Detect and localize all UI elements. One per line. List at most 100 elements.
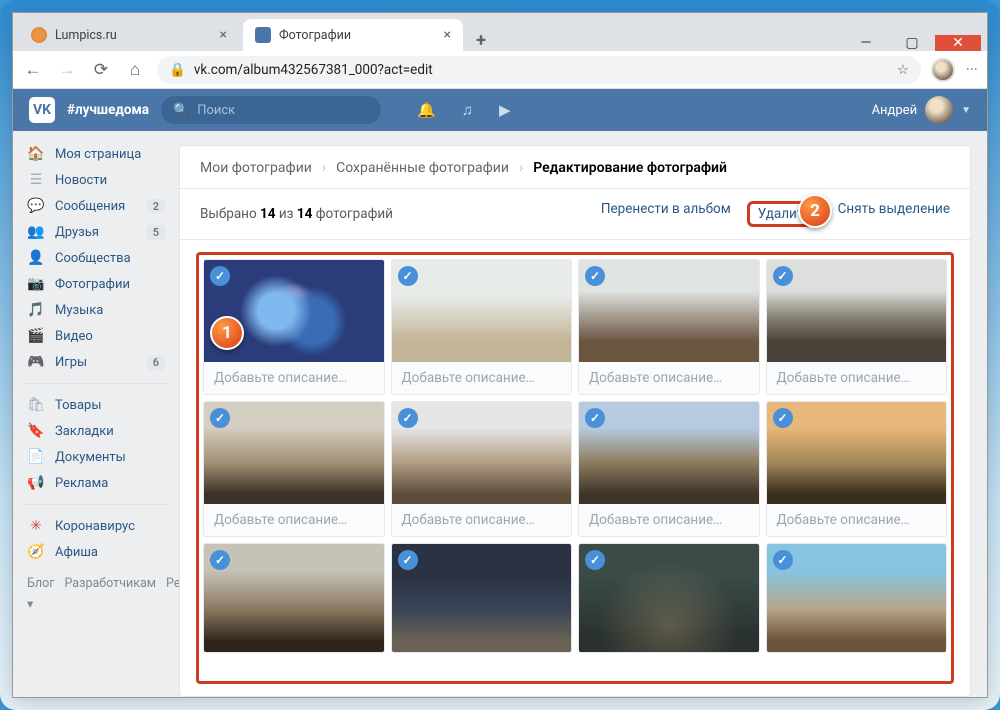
deselect-link[interactable]: Снять выделение xyxy=(838,201,950,227)
tab-photos[interactable]: Фотографии × xyxy=(243,19,463,51)
browser-menu-button[interactable]: ⋮ xyxy=(965,63,979,77)
forward-button[interactable]: → xyxy=(55,60,79,80)
favicon-lumpics xyxy=(31,27,47,43)
sidebar-item[interactable]: 👤Сообщества xyxy=(19,245,173,271)
tab-title: Lumpics.ru xyxy=(55,28,117,43)
play-icon[interactable]: ▶ xyxy=(499,101,511,119)
photo-thumbnail[interactable]: ✓ xyxy=(204,544,384,652)
sidebar-item[interactable]: 🎬Видео xyxy=(19,323,173,349)
minimize-button[interactable]: — xyxy=(843,35,889,51)
vk-search-input[interactable]: 🔍 Поиск xyxy=(161,96,381,124)
crumb-saved[interactable]: Сохранённые фотографии xyxy=(336,160,509,176)
omnibox: ← → ⟳ ⌂ 🔒 vk.com/album432567381_000?act=… xyxy=(13,51,987,89)
crumb-edit: Редактирование фотографий xyxy=(533,160,727,176)
sidebar-item[interactable]: 🎵Музыка xyxy=(19,297,173,323)
checkmark-icon[interactable]: ✓ xyxy=(585,266,605,286)
photo-caption-input[interactable]: Добавьте описание… xyxy=(767,504,947,536)
photo-thumbnail[interactable]: ✓ xyxy=(392,544,572,652)
photo-caption-input[interactable]: Добавьте описание… xyxy=(392,504,572,536)
photo-caption-input[interactable]: Добавьте описание… xyxy=(767,362,947,394)
checkmark-icon[interactable]: ✓ xyxy=(398,550,418,570)
photo-thumbnail[interactable]: ✓ xyxy=(767,260,947,362)
vk-hashtag[interactable]: #лучшедома xyxy=(67,102,149,118)
photo-thumbnail[interactable]: ✓ xyxy=(579,260,759,362)
maximize-button[interactable]: ▢ xyxy=(889,35,935,51)
sidebar-item[interactable]: 🧭Афиша xyxy=(19,539,173,565)
checkmark-icon[interactable]: ✓ xyxy=(585,550,605,570)
sidebar-item[interactable]: 📢Реклама xyxy=(19,470,173,496)
photo-thumbnail[interactable]: ✓ xyxy=(767,402,947,504)
photo-caption-input[interactable]: Добавьте описание… xyxy=(392,362,572,394)
sidebar-item[interactable]: 📷Фотографии xyxy=(19,271,173,297)
sidebar-label: Товары xyxy=(55,398,101,413)
crumb-my-photos[interactable]: Мои фотографии xyxy=(200,160,312,176)
photo-caption-input[interactable]: Добавьте описание… xyxy=(579,504,759,536)
bookmark-star-icon[interactable]: ☆ xyxy=(897,62,909,78)
sidebar-icon: 👤 xyxy=(27,250,45,266)
sidebar-item[interactable]: ☰ Новости xyxy=(19,167,173,193)
vk-logo[interactable]: VK xyxy=(29,97,55,123)
photo-cell[interactable]: ✓ Добавьте описание… xyxy=(578,259,760,395)
sidebar-item[interactable]: 📄Документы xyxy=(19,444,173,470)
photo-caption-input[interactable]: Добавьте описание… xyxy=(204,362,384,394)
user-name: Андрей xyxy=(872,103,918,118)
home-button[interactable]: ⌂ xyxy=(123,60,147,80)
close-tab-icon[interactable]: × xyxy=(444,27,451,43)
photo-cell[interactable]: ✓ Добавьте описание… xyxy=(391,401,573,537)
checkmark-icon[interactable]: ✓ xyxy=(585,408,605,428)
sidebar-item[interactable]: 🎮Игры6 xyxy=(19,349,173,375)
music-icon[interactable]: ♫ xyxy=(462,101,473,119)
selection-count: Выбрано 14 из 14 фотографий xyxy=(200,206,393,222)
photo-cell[interactable]: ✓ Добавьте описание… xyxy=(203,401,385,537)
photo-thumbnail[interactable]: ✓ xyxy=(579,544,759,652)
photo-thumbnail[interactable]: ✓ xyxy=(767,544,947,652)
sidebar-icon: 🎵 xyxy=(27,302,45,318)
sidebar-item[interactable]: 🔖Закладки xyxy=(19,418,173,444)
checkmark-icon[interactable]: ✓ xyxy=(210,550,230,570)
footer-link[interactable]: Разработчикам xyxy=(64,576,156,591)
move-to-album-link[interactable]: Перенести в альбом xyxy=(601,201,731,227)
profile-avatar[interactable] xyxy=(931,58,955,82)
checkmark-icon[interactable]: ✓ xyxy=(773,266,793,286)
photo-thumbnail[interactable]: ✓ xyxy=(204,402,384,504)
sidebar-footer: БлогРазработчикамРекламаЕщё ▾ xyxy=(19,565,173,624)
photo-thumbnail[interactable]: ✓ xyxy=(392,402,572,504)
close-tab-icon[interactable]: × xyxy=(220,27,227,43)
photo-cell[interactable]: ✓ Добавьте описание… xyxy=(391,259,573,395)
photo-thumbnail[interactable]: ✓ xyxy=(579,402,759,504)
sidebar-item[interactable]: 💬Сообщения2 xyxy=(19,193,173,219)
sidebar-label: Новости xyxy=(55,173,107,188)
vk-user-menu[interactable]: Андрей ▼ xyxy=(872,96,971,124)
sidebar-icon: ☰ xyxy=(27,172,45,188)
reload-button[interactable]: ⟳ xyxy=(89,60,113,80)
photo-cell[interactable]: ✓ xyxy=(203,543,385,653)
photo-thumbnail[interactable]: ✓ xyxy=(392,260,572,362)
tab-lumpics[interactable]: Lumpics.ru × xyxy=(19,19,239,51)
close-window-button[interactable]: ✕ xyxy=(935,35,981,51)
sidebar-item[interactable]: ✳Коронавирус xyxy=(19,513,173,539)
checkmark-icon[interactable]: ✓ xyxy=(210,408,230,428)
url-text: vk.com/album432567381_000?act=edit xyxy=(194,62,433,78)
notifications-icon[interactable]: 🔔 xyxy=(417,101,436,119)
photo-cell[interactable]: ✓ Добавьте описание… xyxy=(766,259,948,395)
checkmark-icon[interactable]: ✓ xyxy=(210,266,230,286)
sidebar-item[interactable]: 🛍Товары xyxy=(19,392,173,418)
checkmark-icon[interactable]: ✓ xyxy=(773,550,793,570)
footer-link[interactable]: Блог xyxy=(27,576,54,591)
photo-cell[interactable]: ✓ Добавьте описание… xyxy=(766,401,948,537)
sidebar-item[interactable]: 🏠Моя страница xyxy=(19,141,173,167)
sidebar-item[interactable]: 👥Друзья5 xyxy=(19,219,173,245)
photo-cell[interactable]: ✓ Добавьте описание… xyxy=(578,401,760,537)
photo-caption-input[interactable]: Добавьте описание… xyxy=(204,504,384,536)
checkmark-icon[interactable]: ✓ xyxy=(773,408,793,428)
address-bar[interactable]: 🔒 vk.com/album432567381_000?act=edit ☆ xyxy=(157,56,921,84)
checkmark-icon[interactable]: ✓ xyxy=(398,408,418,428)
checkmark-icon[interactable]: ✓ xyxy=(398,266,418,286)
photo-cell[interactable]: ✓ xyxy=(391,543,573,653)
photo-cell[interactable]: ✓ xyxy=(766,543,948,653)
back-button[interactable]: ← xyxy=(21,60,45,80)
photo-caption-input[interactable]: Добавьте описание… xyxy=(579,362,759,394)
sidebar-label: Документы xyxy=(55,450,126,465)
photo-cell[interactable]: ✓ xyxy=(578,543,760,653)
new-tab-button[interactable]: + xyxy=(467,30,495,51)
